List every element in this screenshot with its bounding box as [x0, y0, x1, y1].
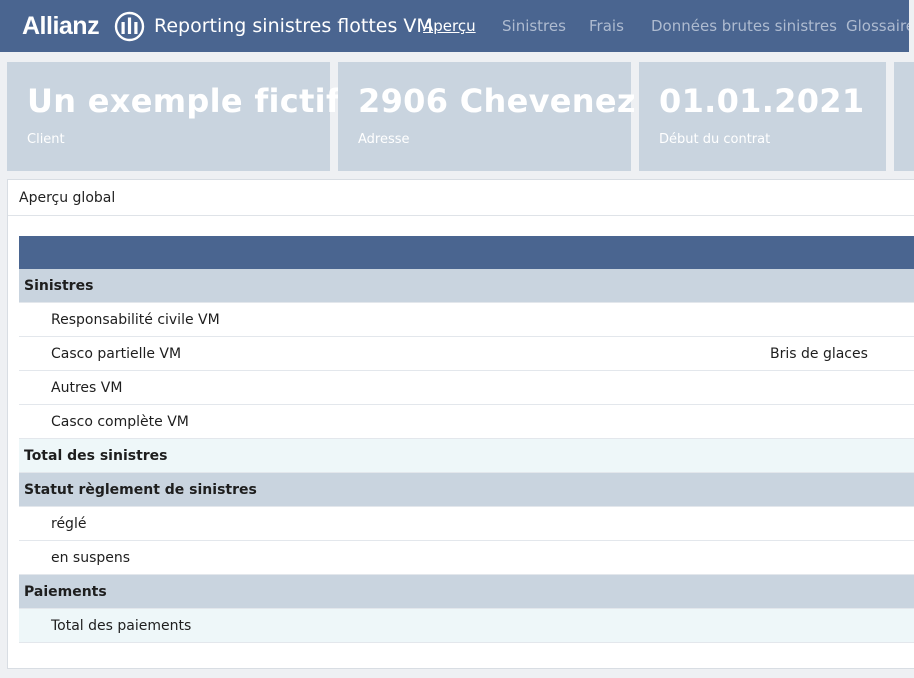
- panel-header: Aperçu global: [8, 180, 914, 216]
- nav-apercu[interactable]: Aperçu: [423, 17, 476, 35]
- row-label: Sinistres: [24, 278, 94, 294]
- nav-glossaire[interactable]: Glossaire: [846, 17, 914, 35]
- table-row-total: Total des paiements: [19, 609, 914, 643]
- row-label: Autres VM: [51, 380, 123, 396]
- table-row-total: Total des sinistres: [19, 439, 914, 473]
- card-label: Début du contrat: [659, 132, 771, 147]
- table-header: [19, 236, 914, 269]
- row-label: Casco partielle VM: [51, 346, 182, 362]
- row-label: réglé: [51, 516, 87, 532]
- panel-title: Aperçu global: [19, 190, 116, 206]
- nav-donnees-brutes[interactable]: Données brutes sinistres: [651, 17, 837, 35]
- table-row: Autres VM: [19, 371, 914, 405]
- table-row: réglé: [19, 507, 914, 541]
- card-partial: [894, 62, 914, 171]
- row-label: Responsabilité civile VM: [51, 312, 220, 328]
- overview-panel: Aperçu global Sinistres Responsabilité c…: [7, 179, 914, 669]
- main-nav: Aperçu Sinistres Frais Données brutes si…: [0, 17, 914, 39]
- table-row-section: Statut règlement de sinistres: [19, 473, 914, 507]
- row-label: en suspens: [51, 550, 131, 566]
- top-navigation-bar: Allianz Reporting sinistres flottes VM A…: [0, 0, 914, 52]
- table-row: en suspens: [19, 541, 914, 575]
- table-row-section: Paiements: [19, 575, 914, 609]
- row-label: Total des sinistres: [24, 448, 168, 464]
- table-row: Casco complète VM: [19, 405, 914, 439]
- nav-frais[interactable]: Frais: [589, 17, 624, 35]
- card-contract-start: 01.01.2021 Début du contrat: [639, 62, 886, 171]
- card-label: Client: [27, 132, 65, 147]
- table-row-section: Sinistres: [19, 269, 914, 303]
- table-row: Responsabilité civile VM: [19, 303, 914, 337]
- scroll-edge: [909, 0, 914, 52]
- card-client: Un exemple fictif Client: [7, 62, 340, 171]
- nav-sinistres[interactable]: Sinistres: [502, 17, 566, 35]
- row-label: Statut règlement de sinistres: [24, 482, 257, 498]
- table-row: Casco partielle VM Bris de glaces: [19, 337, 914, 371]
- overview-table: Sinistres Responsabilité civile VM Casco…: [19, 236, 914, 643]
- card-value: Un exemple fictif: [27, 82, 341, 120]
- row-label: Casco complète VM: [51, 414, 189, 430]
- card-address: 2906 Chevenez Adresse: [338, 62, 635, 171]
- row-label: Paiements: [24, 584, 107, 600]
- card-value: 01.01.2021: [659, 82, 865, 120]
- row-label: Total des paiements: [51, 618, 192, 634]
- card-value: 2906 Chevenez: [358, 82, 636, 120]
- card-label: Adresse: [358, 132, 410, 147]
- row-right-label: Bris de glaces: [770, 346, 868, 362]
